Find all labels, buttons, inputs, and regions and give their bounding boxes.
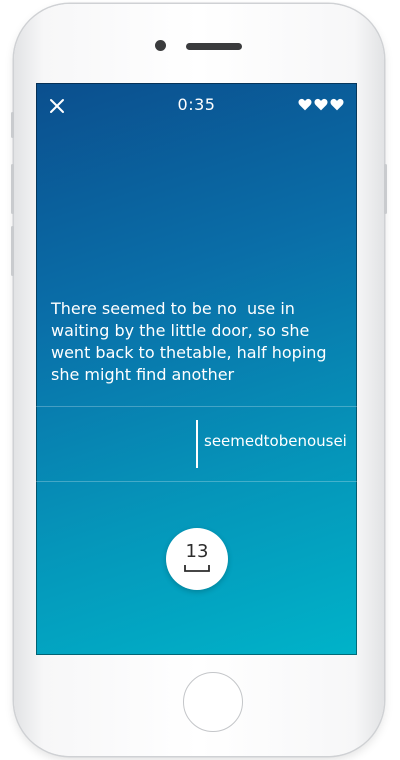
heart-icon bbox=[330, 98, 344, 111]
tray-icon bbox=[184, 565, 210, 572]
front-camera bbox=[155, 40, 166, 51]
input-divider-top bbox=[36, 406, 357, 407]
counter-value: 13 bbox=[185, 541, 209, 562]
heart-icon bbox=[314, 98, 328, 111]
heart-icon bbox=[298, 98, 312, 111]
power-button bbox=[384, 164, 387, 214]
text-cursor bbox=[196, 420, 198, 468]
silent-switch bbox=[11, 112, 14, 138]
word-counter-button[interactable]: 13 bbox=[166, 528, 228, 590]
lives-indicator bbox=[298, 98, 344, 111]
typed-input[interactable]: seemedtobenousei bbox=[204, 432, 357, 450]
game-screen: 0:35 There seemed to be no use in waitin… bbox=[36, 83, 357, 655]
passage-text: There seemed to be no use in waiting by … bbox=[51, 299, 332, 384]
earpiece-speaker bbox=[186, 43, 242, 50]
home-button bbox=[183, 672, 243, 732]
volume-down-button bbox=[11, 226, 14, 276]
input-divider-bottom bbox=[36, 481, 357, 482]
volume-up-button bbox=[11, 164, 14, 214]
